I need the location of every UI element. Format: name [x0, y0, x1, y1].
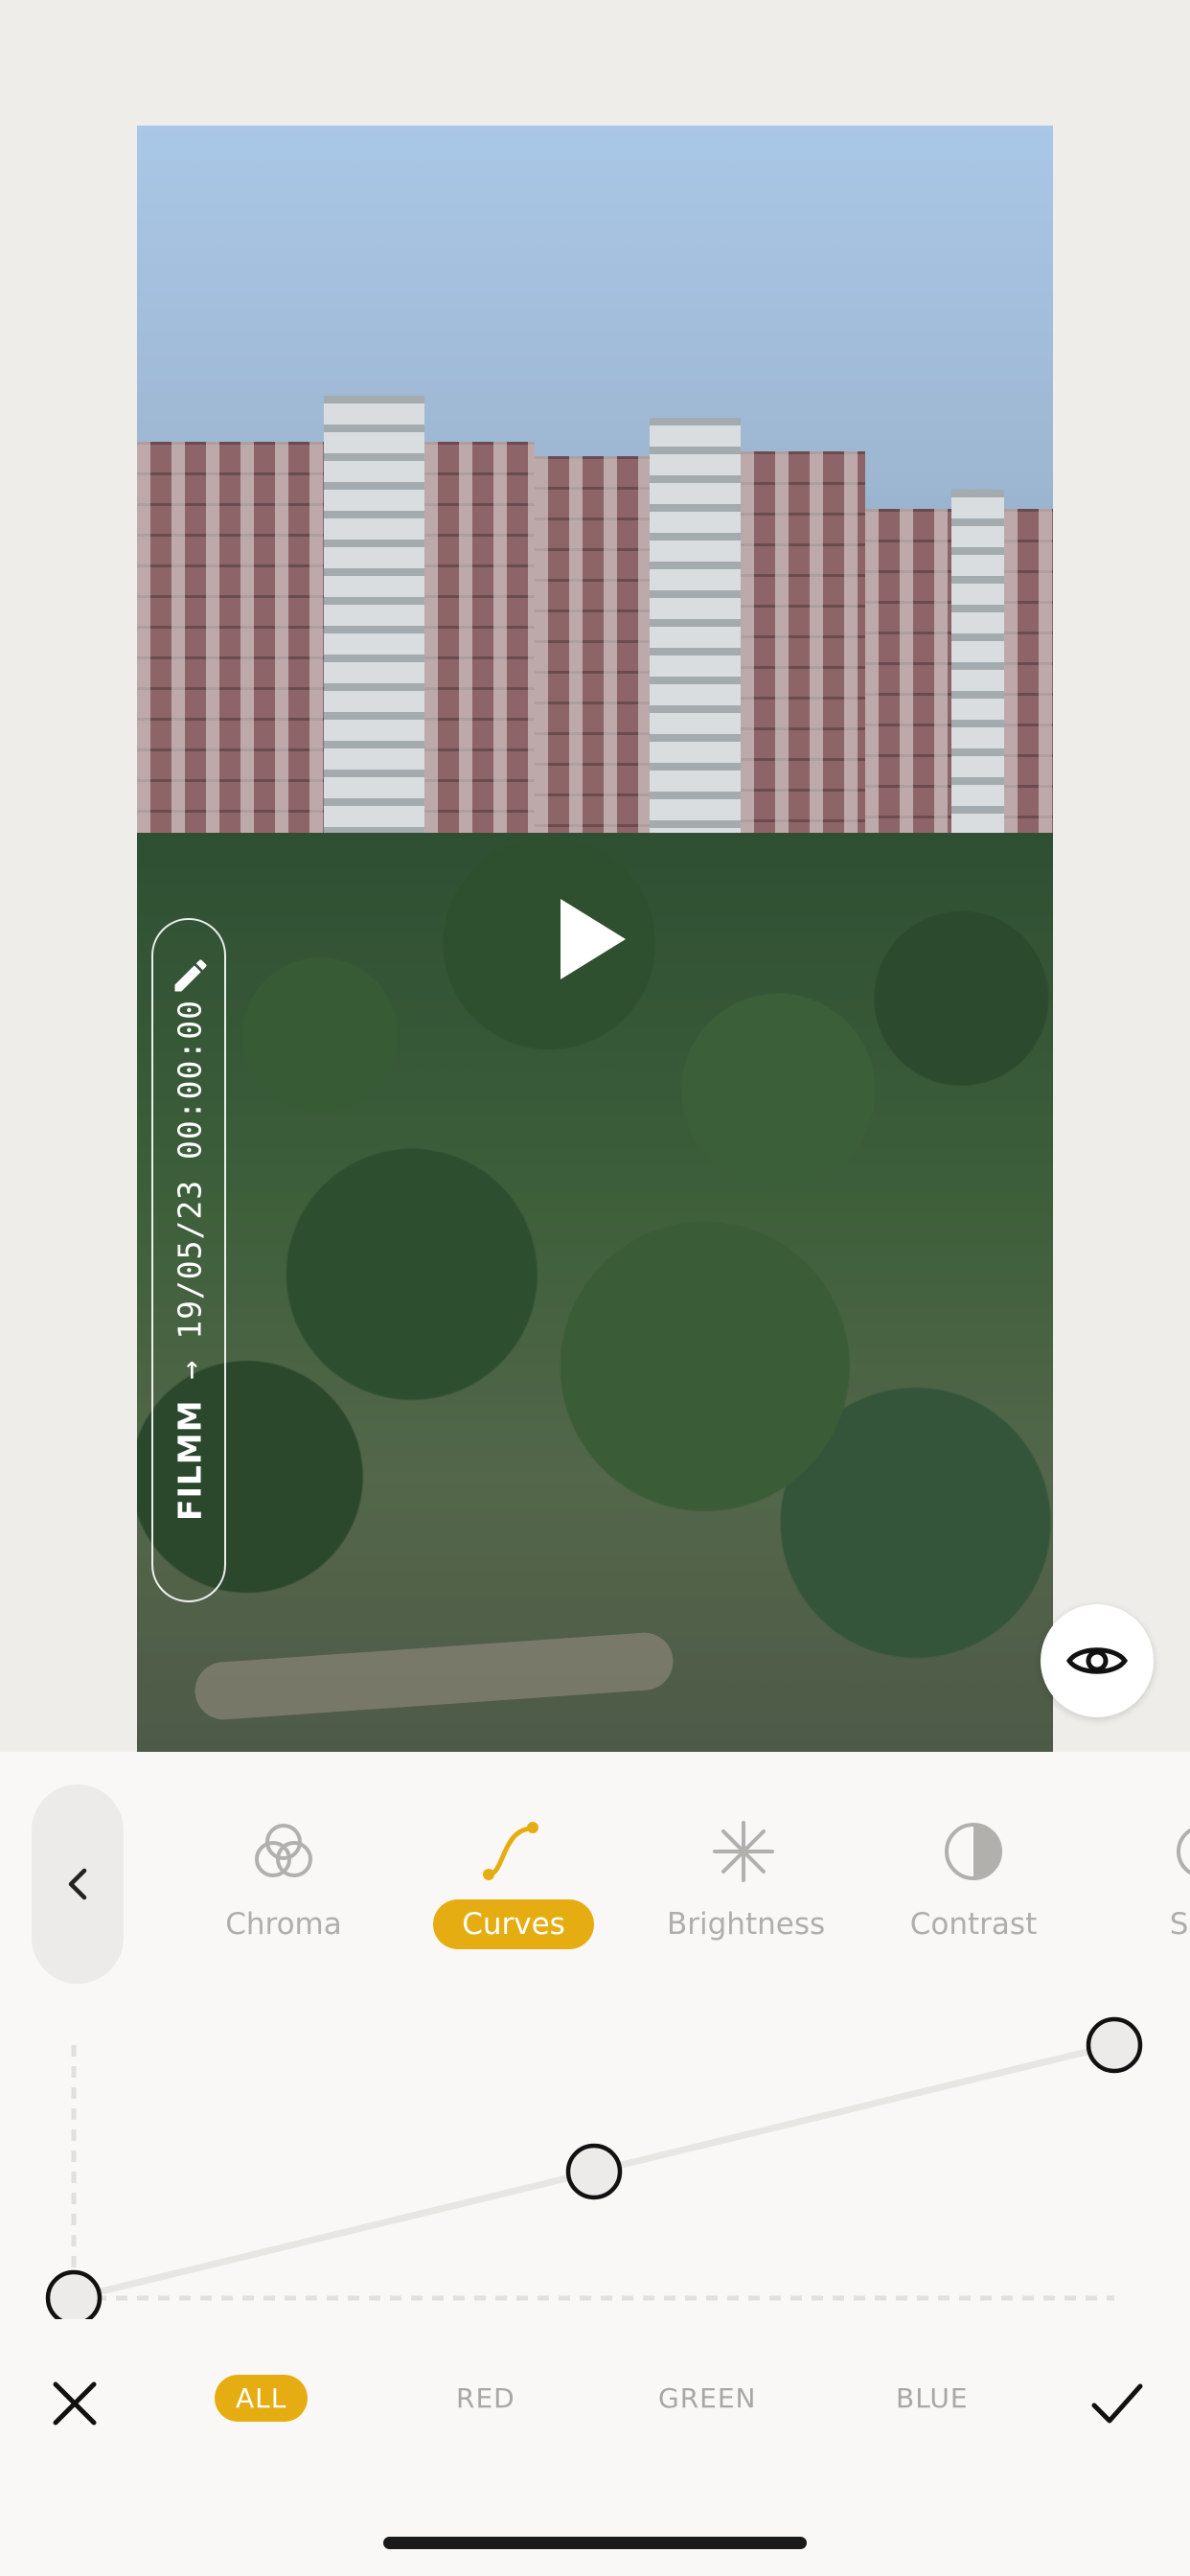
tool-contrast[interactable]: Contrast — [868, 1813, 1079, 1949]
saturation-icon — [1177, 1828, 1190, 1875]
tool-label: Curves — [433, 1899, 594, 1949]
home-indicator — [383, 2537, 807, 2549]
contrast-icon — [945, 1823, 1002, 1880]
timestamp-value: 19/05/23 00:00:00 — [171, 1000, 209, 1340]
curves-icon — [483, 1822, 538, 1880]
timestamp-label: FILMM → 19/05/23 00:00:00 — [172, 1000, 209, 1521]
curve-control-point[interactable] — [565, 2143, 623, 2200]
compare-button[interactable] — [1041, 1604, 1154, 1717]
play-icon[interactable] — [561, 899, 626, 979]
tool-label: Chroma — [225, 1907, 342, 1942]
tool-saturation[interactable]: Satu — [1098, 1813, 1190, 1949]
checkmark-icon[interactable] — [1088, 2377, 1146, 2430]
channel-green[interactable]: GREEN — [637, 2375, 777, 2422]
timestamp-brand: FILMM — [171, 1399, 209, 1521]
tool-brightness[interactable]: Brightness — [638, 1813, 849, 1949]
chroma-icon — [255, 1824, 312, 1877]
channel-blue[interactable]: BLUE — [875, 2375, 990, 2422]
tool-label: Satu — [1169, 1907, 1190, 1942]
tool-chroma[interactable]: Chroma — [178, 1813, 389, 1949]
tool-curves[interactable]: Curves — [408, 1813, 619, 1949]
curve-control-point[interactable] — [1086, 2016, 1143, 2074]
channel-all[interactable]: ALL — [215, 2375, 309, 2422]
eye-icon — [1065, 1647, 1129, 1674]
timestamp-arrow: → — [171, 1359, 209, 1380]
brightness-icon — [713, 1821, 774, 1882]
close-icon[interactable] — [48, 2377, 102, 2430]
tool-label: Contrast — [909, 1907, 1038, 1942]
pencil-icon[interactable] — [170, 954, 212, 997]
curve-editor[interactable] — [0, 2003, 1190, 2319]
channel-red[interactable]: RED — [435, 2375, 537, 2422]
tool-label: Brightness — [667, 1907, 826, 1942]
chevron-left-icon — [68, 1868, 87, 1900]
back-button[interactable] — [32, 1784, 124, 1984]
curve-control-point[interactable] — [45, 2269, 103, 2319]
